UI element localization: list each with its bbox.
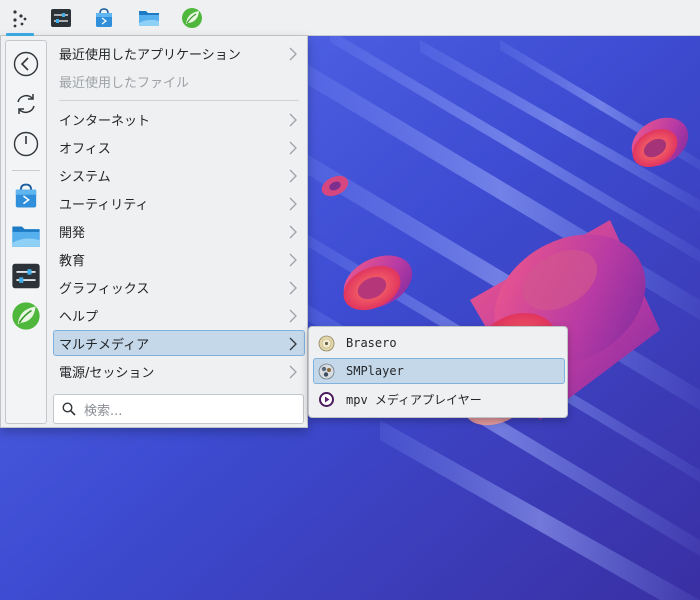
- back-arrow-icon: [13, 51, 39, 77]
- chevron-right-icon: [289, 225, 297, 239]
- menu-item-label: マルチメディア: [59, 337, 150, 353]
- leaf-app-favorite[interactable]: [9, 299, 43, 333]
- menu-item-multimedia[interactable]: マルチメディア: [53, 330, 305, 356]
- submenu-item-brasero[interactable]: Brasero: [313, 330, 565, 356]
- power-icon: [13, 131, 39, 157]
- chevron-right-icon: [289, 253, 297, 267]
- file-manager-icon: [12, 226, 40, 247]
- back-button[interactable]: [9, 47, 43, 81]
- refresh-icon: [17, 94, 35, 114]
- menu-item-recent-apps[interactable]: 最近使用したアプリケーション: [53, 40, 305, 66]
- file-manager-favorite[interactable]: [9, 219, 43, 253]
- software-store-favorite[interactable]: [9, 179, 43, 213]
- submenu-item-label: SMPlayer: [346, 364, 404, 378]
- menu-item-label: 最近使用したファイル: [59, 75, 190, 91]
- application-launcher-button[interactable]: [6, 4, 34, 36]
- search-input[interactable]: 検索...: [53, 394, 304, 424]
- chevron-right-icon: [289, 309, 297, 323]
- leaf-app-icon: [12, 302, 40, 330]
- menu-item-label: 開発: [59, 225, 86, 241]
- menu-item-label: グラフィックス: [59, 281, 150, 297]
- menu-item-label: オフィス: [59, 141, 111, 157]
- system-settings-button[interactable]: [47, 4, 75, 32]
- menu-item-recent-files: 最近使用したファイル: [53, 68, 305, 94]
- top-panel: [0, 0, 700, 36]
- chevron-right-icon: [289, 113, 297, 127]
- menu-item-label: ユーティリティ: [59, 197, 149, 213]
- search-icon: [62, 402, 76, 416]
- submenu-item-smplayer[interactable]: SMPlayer: [313, 358, 565, 384]
- file-manager-button[interactable]: [135, 4, 163, 32]
- leaf-app-icon: [182, 8, 202, 28]
- chevron-right-icon: [289, 47, 297, 61]
- chevron-right-icon: [289, 169, 297, 183]
- menu-item-internet[interactable]: インターネット: [53, 106, 305, 132]
- menu-item-education[interactable]: 教育: [53, 246, 305, 272]
- menu-item-system[interactable]: システム: [53, 162, 305, 188]
- submenu-item-label: mpv メディアプレイヤー: [346, 392, 482, 407]
- smplayer-icon: [318, 363, 335, 380]
- submenu-item-mpv[interactable]: mpv メディアプレイヤー: [313, 386, 565, 412]
- menu-item-label: 最近使用したアプリケーション: [59, 47, 241, 63]
- file-manager-icon: [139, 11, 159, 26]
- system-settings-icon: [51, 9, 71, 27]
- application-launcher-icon: [13, 10, 27, 28]
- mpv-icon: [318, 391, 335, 408]
- software-store-button[interactable]: [90, 4, 118, 32]
- menu-item-utilities[interactable]: ユーティリティ: [53, 190, 305, 216]
- menu-item-label: システム: [59, 169, 111, 185]
- menu-item-label: 電源/セッション: [59, 365, 155, 381]
- refresh-button[interactable]: [9, 87, 43, 121]
- menu-item-development[interactable]: 開発: [53, 218, 305, 244]
- search-placeholder: 検索...: [84, 403, 123, 419]
- menu-item-help[interactable]: ヘルプ: [53, 302, 305, 328]
- application-launcher-menu: 最近使用したアプリケーション 最近使用したファイル インターネット オフィス シ…: [0, 36, 308, 428]
- system-settings-icon: [12, 263, 40, 289]
- menu-item-power-session[interactable]: 電源/セッション: [53, 358, 305, 384]
- menu-item-label: インターネット: [59, 113, 151, 129]
- chevron-right-icon: [289, 281, 297, 295]
- disc-icon: [318, 335, 335, 352]
- favorites-separator: [12, 170, 40, 171]
- menu-separator: [59, 100, 299, 101]
- favorites-column: [5, 40, 47, 424]
- chevron-right-icon: [289, 197, 297, 211]
- leaf-app-button[interactable]: [178, 4, 206, 32]
- menu-item-office[interactable]: オフィス: [53, 134, 305, 160]
- chevron-right-icon: [289, 141, 297, 155]
- power-button[interactable]: [9, 127, 43, 161]
- software-store-icon: [96, 8, 112, 27]
- menu-item-graphics[interactable]: グラフィックス: [53, 274, 305, 300]
- system-settings-favorite[interactable]: [9, 259, 43, 293]
- chevron-right-icon: [289, 337, 297, 351]
- software-store-icon: [15, 183, 37, 208]
- submenu-item-label: Brasero: [346, 336, 397, 350]
- multimedia-submenu: Brasero SMPlayer mpv メディアプレイヤー: [308, 326, 568, 418]
- menu-item-label: ヘルプ: [59, 309, 99, 325]
- menu-item-label: 教育: [59, 253, 86, 269]
- chevron-right-icon: [289, 365, 297, 379]
